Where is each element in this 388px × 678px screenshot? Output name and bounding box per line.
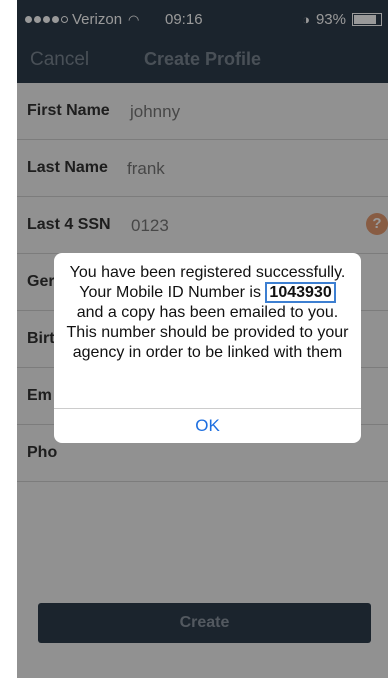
alert-message: You have been registered successfully. Y… — [66, 263, 349, 363]
registration-alert: You have been registered successfully. Y… — [54, 253, 361, 443]
mobile-id-number: 1043930 — [265, 282, 336, 303]
ok-button[interactable]: OK — [54, 409, 361, 443]
alert-message-end: and a copy has been emailed to you. This… — [66, 304, 349, 361]
